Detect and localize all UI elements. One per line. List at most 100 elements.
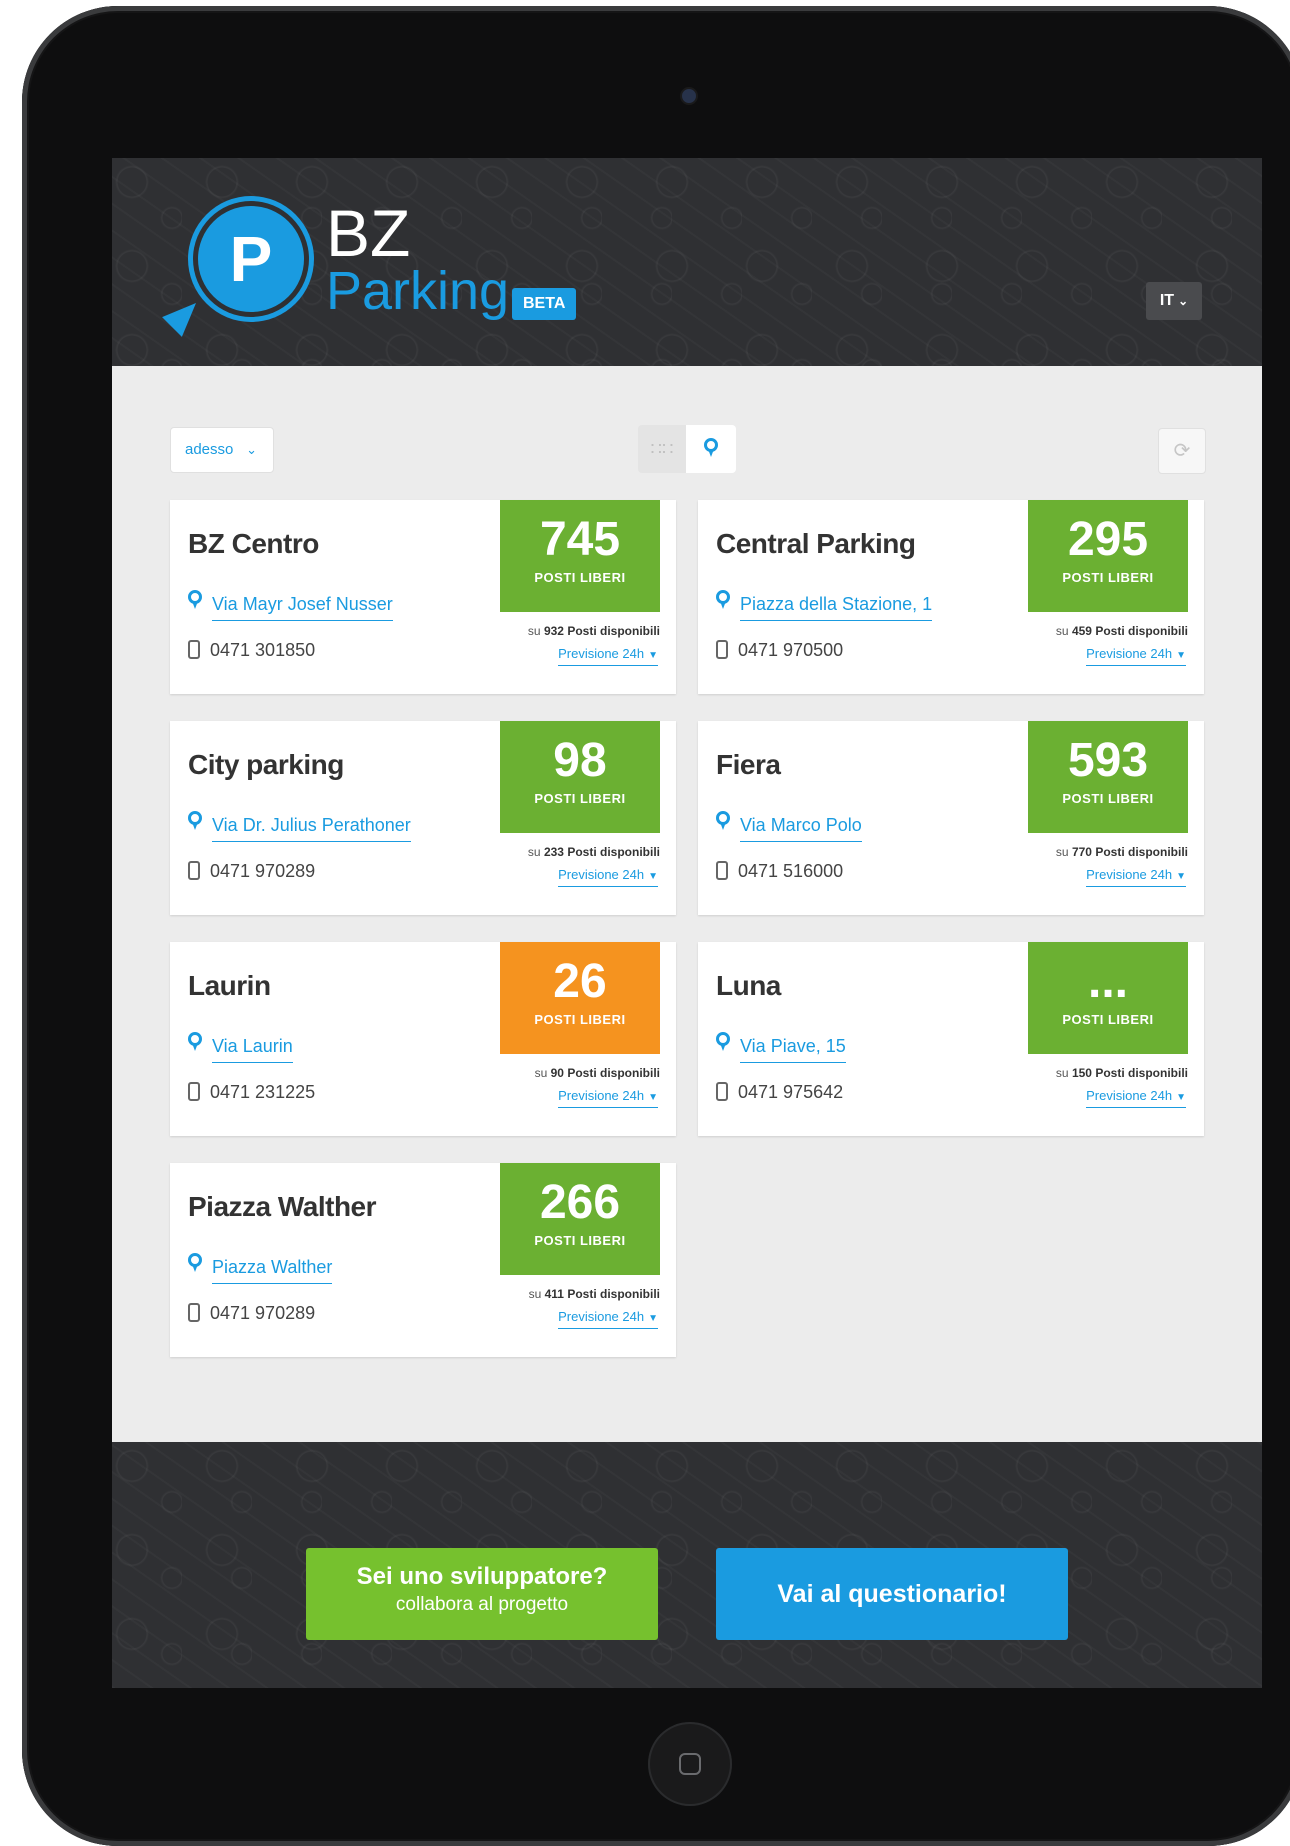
parking-address-link[interactable]: Via Marco Polo	[716, 811, 862, 842]
forecast-label: Previsione 24h	[558, 646, 645, 661]
free-spaces-label: POSTI LIBERI	[534, 570, 626, 585]
forecast-link[interactable]: Previsione 24h ▼	[558, 1088, 658, 1108]
parking-address-link[interactable]: Via Piave, 15	[716, 1032, 846, 1063]
total-prefix: su	[534, 1066, 548, 1080]
total-suffix: Posti disponibili	[567, 845, 660, 859]
parking-card[interactable]: Central Parking Piazza della Stazione, 1 0…	[698, 500, 1204, 694]
free-spaces-label: POSTI LIBERI	[1062, 791, 1154, 806]
total-count: 233	[543, 845, 564, 859]
forecast-link[interactable]: Previsione 24h ▼	[1086, 867, 1186, 887]
parking-address-link[interactable]: Via Laurin	[188, 1032, 293, 1063]
map-view-button[interactable]	[686, 425, 736, 473]
parking-name: BZ Centro	[188, 528, 319, 559]
header: P BZ Parking BETA IT ⌄	[112, 158, 1262, 366]
logo-icon[interactable]: P	[198, 206, 304, 312]
forecast-link[interactable]: Previsione 24h ▼	[1086, 1088, 1186, 1108]
total-count: 770	[1071, 845, 1092, 859]
parking-address-link[interactable]: Via Dr. Julius Perathoner	[188, 811, 411, 842]
survey-button[interactable]: Vai al questionario!	[716, 1548, 1068, 1640]
parking-address-link[interactable]: Piazza Walther	[188, 1253, 333, 1284]
phone-number: 0471 970289	[210, 1303, 316, 1323]
total-spaces: su 150 Posti disponibili	[1056, 1066, 1188, 1080]
forecast-label: Previsione 24h	[1086, 1088, 1173, 1103]
total-spaces: su 90 Posti disponibili	[535, 1066, 660, 1080]
forecast-label: Previsione 24h	[558, 1309, 645, 1324]
parking-card[interactable]: Laurin Via Laurin 0471 231225 26 POSTI LIBER…	[170, 942, 676, 1136]
map-pin-icon	[716, 811, 730, 831]
language-selector[interactable]: IT ⌄	[1146, 282, 1202, 320]
parking-phone[interactable]: 0471 301850	[188, 640, 315, 661]
parking-phone[interactable]: 0471 516000	[716, 861, 843, 882]
parking-card[interactable]: Piazza Walther Piazza Walther 0471 970289 2…	[170, 1163, 676, 1357]
total-spaces: su 233 Posti disponibili	[528, 845, 660, 859]
phone-icon	[188, 1082, 200, 1101]
free-spaces-box: 295 POSTI LIBERI	[1028, 500, 1188, 612]
home-square-icon	[679, 1753, 701, 1775]
phone-icon	[716, 861, 728, 880]
free-spaces-label: POSTI LIBERI	[1062, 570, 1154, 585]
free-spaces-count: 745	[539, 513, 621, 566]
phone-number: 0471 970289	[210, 861, 316, 881]
caret-down-icon: ▼	[1176, 650, 1186, 661]
caret-down-icon: ▼	[648, 871, 658, 882]
parking-phone[interactable]: 0471 975642	[716, 1082, 843, 1103]
total-prefix: su	[528, 1287, 542, 1301]
forecast-link[interactable]: Previsione 24h ▼	[558, 1309, 658, 1329]
parking-phone[interactable]: 0471 970500	[716, 640, 843, 661]
free-spaces-box: 593 POSTI LIBERI	[1028, 721, 1188, 833]
forecast-link[interactable]: Previsione 24h ▼	[558, 867, 658, 887]
phone-number: 0471 516000	[738, 861, 844, 881]
developer-button[interactable]: Sei uno sviluppatore? collabora al proge…	[306, 1548, 658, 1640]
parking-phone[interactable]: 0471 231225	[188, 1082, 315, 1103]
parking-card[interactable]: Luna Via Piave, 15 0471 975642... POSTI LIB…	[698, 942, 1204, 1136]
total-prefix: su	[527, 624, 541, 638]
free-spaces-label: POSTI LIBERI	[534, 1233, 626, 1248]
total-suffix: Posti disponibili	[1095, 845, 1188, 859]
developer-title: Sei uno sviluppatore?	[356, 1563, 608, 1590]
phone-icon	[188, 1303, 200, 1322]
free-spaces-label: POSTI LIBERI	[534, 791, 626, 806]
total-suffix: Posti disponibili	[567, 1287, 660, 1301]
total-suffix: Posti disponibili	[1095, 624, 1188, 638]
chevron-down-icon: ⌄	[1178, 294, 1189, 308]
map-pin-icon	[188, 1032, 202, 1052]
free-spaces-box: 26 POSTI LIBERI	[500, 942, 660, 1054]
parking-card[interactable]: Fiera Via Marco Polo 0471 516000 593 POSTI L…	[698, 721, 1204, 915]
chevron-down-icon: ⌄	[246, 442, 257, 457]
map-pin-icon	[704, 438, 718, 458]
grid-icon[interactable]: ∷∷	[638, 425, 686, 473]
parking-address: Via Piave, 15	[740, 1036, 846, 1063]
front-camera	[680, 87, 698, 105]
total-spaces: su 932 Posti disponibili	[528, 624, 660, 638]
parking-phone[interactable]: 0471 970289	[188, 861, 315, 882]
beta-badge: BETA	[512, 288, 577, 320]
logo-bz-text: BZ	[326, 196, 411, 270]
parking-card[interactable]: BZ Centro Via Mayr Josef Nusser 0471 30185…	[170, 500, 676, 694]
parking-card[interactable]: City parking Via Dr. Julius Perathoner 047…	[170, 721, 676, 915]
logo-letter: P	[229, 223, 273, 295]
free-spaces-count: 98	[553, 734, 607, 787]
parking-address-link[interactable]: Via Mayr Josef Nusser	[188, 590, 393, 621]
parking-address: Via Dr. Julius Perathoner	[212, 815, 411, 842]
app-screen: P BZ Parking BETA IT ⌄ adesso ⌄ ∷∷ ⟳ BZ C…	[112, 158, 1262, 1688]
parking-name: Piazza Walther	[188, 1191, 377, 1222]
forecast-label: Previsione 24h	[1086, 646, 1173, 661]
total-count: 411	[544, 1287, 564, 1301]
free-spaces-count: 266	[539, 1176, 621, 1229]
total-count: 459	[1071, 624, 1092, 638]
refresh-icon[interactable]: ⟳	[1158, 428, 1206, 474]
forecast-link[interactable]: Previsione 24h ▼	[558, 646, 658, 666]
caret-down-icon: ▼	[648, 1313, 658, 1324]
phone-icon	[716, 1082, 728, 1101]
forecast-link[interactable]: Previsione 24h ▼	[1086, 646, 1186, 666]
parking-phone[interactable]: 0471 970289	[188, 1303, 315, 1324]
map-pin-icon	[188, 1253, 202, 1273]
language-label: IT	[1159, 292, 1175, 309]
time-filter-dropdown[interactable]: adesso ⌄	[170, 427, 274, 473]
parking-address-link[interactable]: Piazza della Stazione, 1	[716, 590, 933, 621]
parking-address: Piazza della Stazione, 1	[740, 594, 933, 621]
total-count: 150	[1071, 1066, 1092, 1080]
parking-address: Via Mayr Josef Nusser	[212, 594, 393, 621]
home-button[interactable]	[648, 1722, 732, 1806]
free-spaces-count: 26	[553, 955, 607, 1008]
